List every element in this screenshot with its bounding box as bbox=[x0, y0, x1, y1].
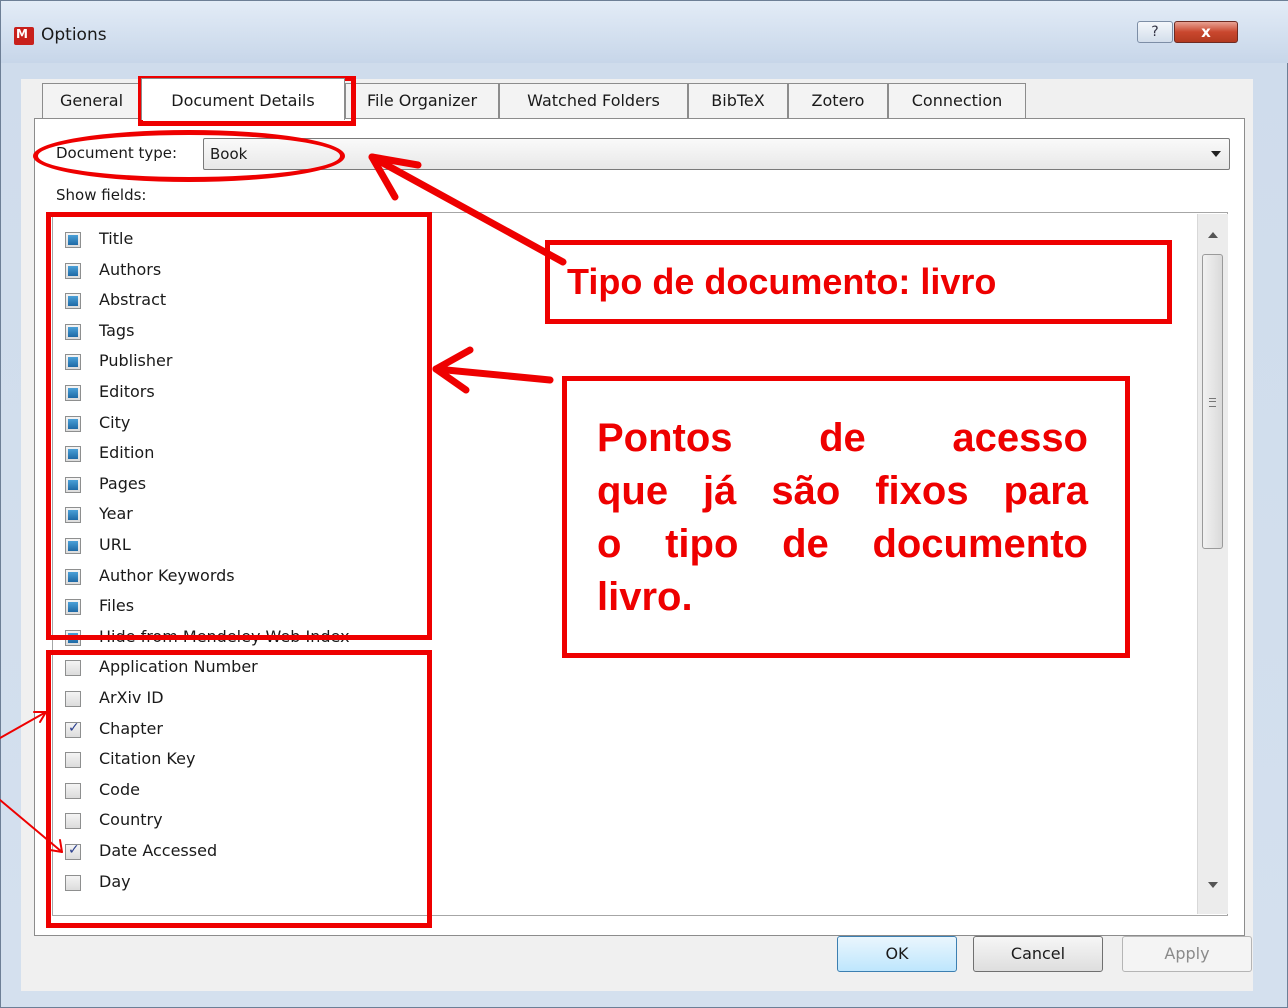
callout-line-3: o tipo de documento bbox=[597, 522, 1088, 566]
scroll-up-arrow-icon[interactable] bbox=[1208, 232, 1218, 238]
tab-general[interactable]: General bbox=[42, 83, 141, 118]
mendeley-logo-icon: M bbox=[14, 27, 34, 45]
grip-icon bbox=[1209, 398, 1216, 407]
scroll-down-arrow-icon[interactable] bbox=[1208, 882, 1218, 888]
tab-zotero[interactable]: Zotero bbox=[788, 83, 888, 118]
chevron-down-icon bbox=[1211, 151, 1221, 157]
annotation-callout-fields-text: Pontos de acesso que já são fixos para o… bbox=[597, 412, 1088, 624]
help-button[interactable]: ? bbox=[1137, 21, 1173, 43]
close-button[interactable]: x bbox=[1174, 21, 1238, 43]
callout-line-1: Pontos de acesso bbox=[597, 416, 1088, 460]
tab-file-organizer[interactable]: File Organizer bbox=[345, 83, 499, 118]
ok-button[interactable]: OK bbox=[837, 936, 957, 972]
cancel-button[interactable]: Cancel bbox=[973, 936, 1103, 972]
scrollbar[interactable] bbox=[1197, 214, 1228, 914]
tab-watched-folders[interactable]: Watched Folders bbox=[499, 83, 688, 118]
annotation-document-type-ellipse bbox=[33, 130, 345, 182]
annotation-fixed-fields-box bbox=[46, 212, 432, 640]
annotation-callout-type-text: Tipo de documento: livro bbox=[567, 261, 997, 302]
show-fields-label: Show fields: bbox=[56, 186, 147, 204]
callout-line-2: que já são fixos para bbox=[597, 469, 1088, 513]
tab-connection[interactable]: Connection bbox=[888, 83, 1026, 118]
callout-line-4: livro. bbox=[597, 575, 693, 619]
title-bar: M Options ? x bbox=[1, 1, 1288, 63]
annotation-optional-fields-box bbox=[46, 650, 432, 928]
apply-button[interactable]: Apply bbox=[1122, 936, 1252, 972]
tab-document-details[interactable]: Document Details bbox=[141, 78, 345, 120]
document-type-select[interactable]: Book bbox=[203, 138, 1230, 170]
tab-bibtex[interactable]: BibTeX bbox=[688, 83, 788, 118]
window-title: Options bbox=[41, 25, 107, 45]
scroll-thumb[interactable] bbox=[1202, 254, 1223, 549]
